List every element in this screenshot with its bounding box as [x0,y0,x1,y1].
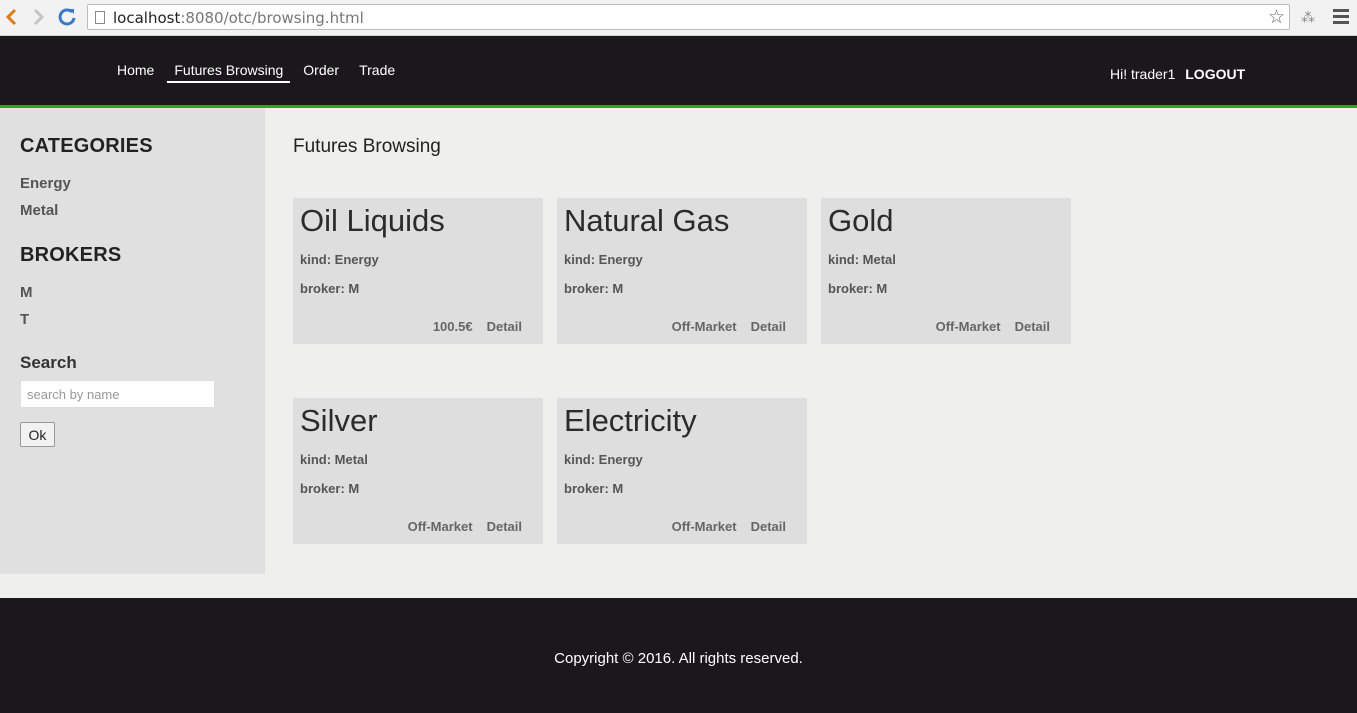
card-title: Electricity [564,403,697,438]
card-status: Off-Market [671,319,737,334]
card-detail-link[interactable]: Detail [487,319,522,334]
user-greeting: Hi! trader1 [1110,66,1176,82]
back-arrow-icon [5,8,17,26]
search-ok-button[interactable]: Ok [20,422,55,447]
main-nav: Home Futures Browsing Order Trade [110,62,402,83]
site-footer: Copyright © 2016. All rights reserved. [0,598,1357,713]
bookmark-star-icon[interactable]: ☆ [1268,6,1285,29]
card-kind: kind: Energy [564,252,643,267]
address-bar[interactable]: localhost:8080/otc/browsing.html ☆ [87,4,1290,30]
card-broker: broker: M [564,481,624,496]
card-detail-link[interactable]: Detail [487,519,522,534]
sidebar: CATEGORIES Energy Metal BROKERS M T Sear… [0,108,265,574]
forward-arrow-icon [33,8,45,26]
extension-icon[interactable]: ⁂ [1301,9,1315,26]
broker-t[interactable]: T [20,311,29,328]
reload-button[interactable] [56,6,78,28]
card-title: Natural Gas [564,203,730,238]
card-kind: kind: Energy [300,252,379,267]
nav-trade[interactable]: Trade [352,62,402,83]
futures-card: Electricity kind: Energy broker: M Off-M… [557,398,807,544]
card-broker: broker: M [828,281,888,296]
card-detail-link[interactable]: Detail [751,519,786,534]
card-kind: kind: Energy [564,452,643,467]
search-label: Search [20,353,77,372]
user-area: Hi! trader1 LOGOUT [1110,66,1245,82]
card-status: Off-Market [935,319,1001,334]
categories-heading: CATEGORIES [20,135,153,157]
card-detail-link[interactable]: Detail [751,319,786,334]
card-title: Oil Liquids [300,203,445,238]
card-kind: kind: Metal [300,452,368,467]
broker-m[interactable]: M [20,284,33,301]
nav-home[interactable]: Home [110,62,161,83]
futures-card: Gold kind: Metal broker: M Off-Market Det… [821,198,1071,344]
logout-link[interactable]: LOGOUT [1185,66,1245,82]
forward-button[interactable] [28,6,50,28]
site-header: Home Futures Browsing Order Trade Hi! tr… [0,36,1357,108]
copyright-text: Copyright © 2016. All rights reserved. [554,650,803,667]
category-metal[interactable]: Metal [20,202,58,219]
page-icon [95,11,105,24]
page-title: Futures Browsing [293,136,441,157]
futures-card: Silver kind: Metal broker: M Off-Market D… [293,398,543,544]
browser-toolbar: localhost:8080/otc/browsing.html ☆ ⁂ [0,0,1357,36]
card-title: Silver [300,403,378,438]
card-price: 100.5€ [432,319,473,334]
futures-card: Oil Liquids kind: Energy broker: M 100.5… [293,198,543,344]
futures-card: Natural Gas kind: Energy broker: M Off-M… [557,198,807,344]
card-broker: broker: M [564,281,624,296]
search-input[interactable] [20,380,215,408]
card-broker: broker: M [300,281,360,296]
card-detail-link[interactable]: Detail [1015,319,1050,334]
nav-futures-browsing[interactable]: Futures Browsing [167,62,291,83]
url-text: localhost:8080/otc/browsing.html [113,9,364,27]
nav-order[interactable]: Order [296,62,346,83]
card-kind: kind: Metal [828,252,896,267]
card-status: Off-Market [407,519,473,534]
browser-menu-icon[interactable] [1333,9,1349,25]
reload-icon [58,8,76,26]
category-energy[interactable]: Energy [20,175,71,192]
back-button[interactable] [0,6,22,28]
card-broker: broker: M [300,481,360,496]
brokers-heading: BROKERS [20,244,122,266]
card-title: Gold [828,203,894,238]
card-status: Off-Market [671,519,737,534]
